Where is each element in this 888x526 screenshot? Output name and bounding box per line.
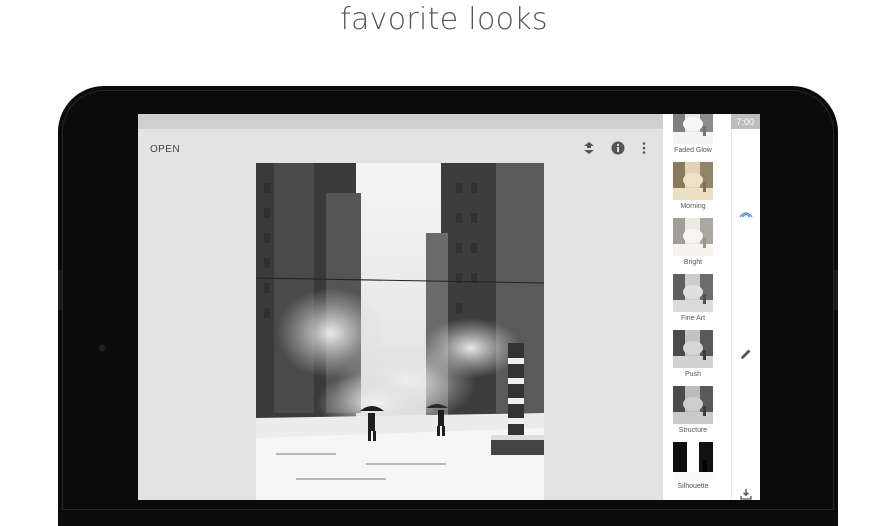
look-label: Bright — [683, 259, 703, 266]
headline: favorite looks — [340, 2, 548, 37]
look-thumbnail — [673, 386, 713, 424]
tools-pencil-icon[interactable] — [736, 344, 756, 364]
look-thumbnail — [673, 218, 713, 256]
front-camera — [99, 345, 105, 351]
look-item[interactable]: Push — [673, 330, 713, 378]
look-thumbnail — [673, 162, 713, 200]
look-thumbnail — [673, 114, 713, 144]
tools-sidebar — [731, 129, 760, 500]
look-item[interactable]: Silhouette — [673, 442, 713, 490]
look-label: Morning — [680, 203, 706, 210]
look-item[interactable]: Structure — [673, 386, 713, 434]
app-screen: 7:00 OPEN Faded Glow Morning Bright Fine… — [138, 114, 760, 500]
more-vert-icon[interactable] — [636, 140, 652, 156]
side-button-left — [58, 270, 62, 310]
look-label: Fine Art — [680, 315, 706, 322]
look-item[interactable]: Morning — [673, 162, 713, 210]
look-label: Push — [685, 371, 701, 378]
city-street-image — [256, 163, 544, 500]
side-button-right — [834, 270, 838, 310]
export-icon[interactable] — [736, 484, 756, 500]
look-item[interactable]: Fine Art — [673, 274, 713, 322]
info-icon[interactable] — [610, 140, 626, 156]
edited-photo — [256, 163, 544, 500]
compare-icon[interactable] — [581, 140, 597, 156]
look-item[interactable]: Bright — [673, 218, 713, 266]
look-label: Faded Glow — [674, 147, 712, 154]
look-thumbnail — [673, 330, 713, 368]
looks-panel: Faded Glow Morning Bright Fine Art Push … — [663, 114, 731, 500]
open-button[interactable]: OPEN — [150, 144, 180, 155]
look-item[interactable]: Faded Glow — [673, 114, 713, 154]
look-label: Silhouette — [677, 483, 709, 490]
look-label: Structure — [678, 427, 708, 434]
status-time: 7:00 — [736, 116, 754, 127]
look-thumbnail — [673, 442, 713, 480]
look-thumbnail — [673, 274, 713, 312]
looks-icon[interactable] — [736, 204, 756, 224]
